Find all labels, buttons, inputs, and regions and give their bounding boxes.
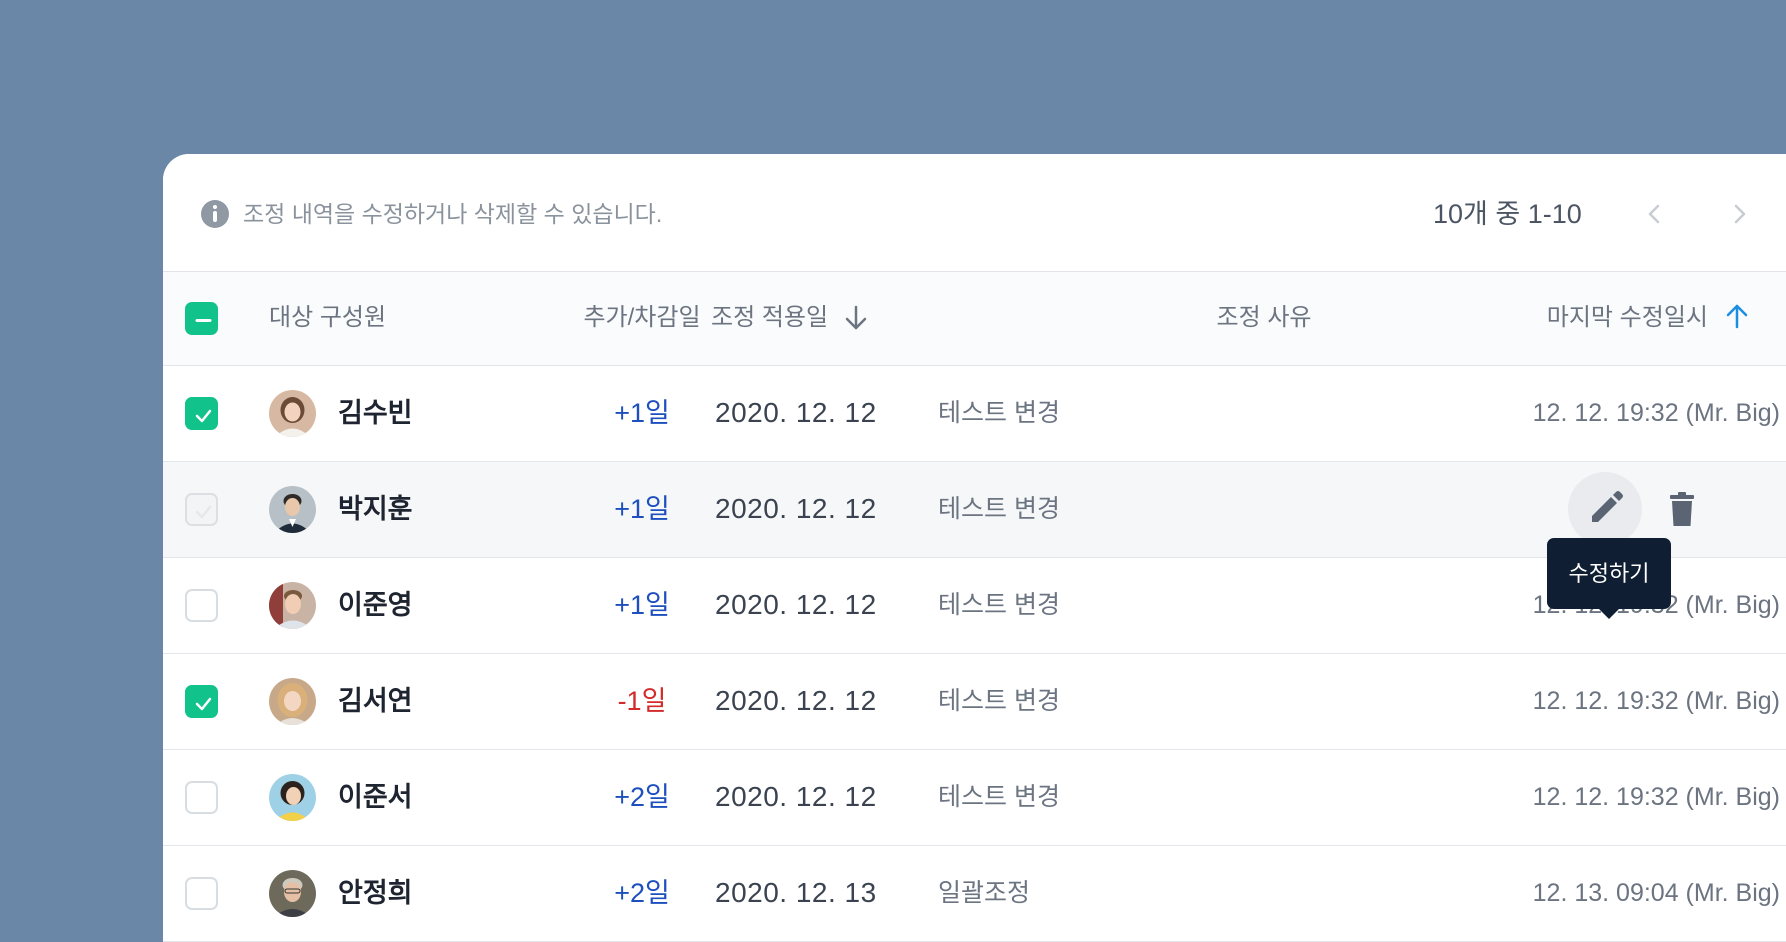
member-name: 안정희 xyxy=(338,878,413,908)
apply-date: 2020. 12. 12 xyxy=(715,397,877,428)
adjust-days: -1일 xyxy=(617,686,667,716)
adjust-reason: 테스트 변경 xyxy=(938,783,1060,811)
apply-date: 2020. 12. 12 xyxy=(715,493,877,524)
sort-asc-icon[interactable] xyxy=(1724,302,1750,335)
table-header: 대상 구성원 추가/차감일 조정 적용일 조정 사유 마지막 수정일시 xyxy=(163,272,1786,366)
last-modified: 12. 12. 19:32 (Mr. Big) xyxy=(1532,399,1780,427)
avatar xyxy=(269,582,316,629)
avatar xyxy=(269,870,316,917)
info-message: 조정 내역을 수정하거나 삭제할 수 있습니다. xyxy=(243,201,663,227)
pagination-range: 10개 중 1-10 xyxy=(1433,199,1582,229)
row-checkbox[interactable] xyxy=(185,781,218,814)
avatar xyxy=(269,774,316,821)
member-name: 김수빈 xyxy=(338,398,413,428)
row-checkbox[interactable] xyxy=(185,493,218,526)
minus-icon xyxy=(195,319,212,322)
check-icon xyxy=(195,505,212,519)
adjust-days: +2일 xyxy=(614,782,670,812)
table-row[interactable]: 김서연 -1일 2020. 12. 12 테스트 변경 12. 12. 19:3… xyxy=(163,654,1786,750)
apply-date: 2020. 12. 12 xyxy=(715,589,877,620)
apply-date: 2020. 12. 13 xyxy=(715,877,877,908)
check-icon xyxy=(195,409,212,423)
adjust-reason: 테스트 변경 xyxy=(938,495,1060,523)
avatar xyxy=(269,390,316,437)
avatar xyxy=(269,486,316,533)
delete-button[interactable] xyxy=(1661,488,1703,530)
header-member[interactable]: 대상 구성원 xyxy=(269,302,386,334)
header-modified[interactable]: 마지막 수정일시 xyxy=(1547,302,1708,334)
pagination-prev-button[interactable] xyxy=(1641,200,1669,228)
pencil-icon xyxy=(1592,491,1623,522)
row-checkbox[interactable] xyxy=(185,397,218,430)
adjust-days: +1일 xyxy=(614,590,670,620)
adjust-reason: 일괄조정 xyxy=(938,879,1031,907)
last-modified: 12. 13. 09:04 (Mr. Big) xyxy=(1532,879,1780,907)
info-icon xyxy=(201,200,229,228)
chevron-right-icon xyxy=(1734,204,1746,224)
apply-date: 2020. 12. 12 xyxy=(715,685,877,716)
sort-desc-icon[interactable] xyxy=(843,304,869,337)
member-name: 이준영 xyxy=(338,590,413,620)
row-checkbox[interactable] xyxy=(185,877,218,910)
row-checkbox[interactable] xyxy=(185,685,218,718)
table-toolbar: 조정 내역을 수정하거나 삭제할 수 있습니다. 10개 중 1-10 xyxy=(163,154,1786,272)
last-modified: 12. 12. 19:32 (Mr. Big) xyxy=(1532,783,1780,811)
edit-tooltip: 수정하기 xyxy=(1547,538,1671,619)
adjust-reason: 테스트 변경 xyxy=(938,591,1060,619)
header-date[interactable]: 조정 적용일 xyxy=(711,302,828,334)
table-row[interactable]: 이준서 +2일 2020. 12. 12 테스트 변경 12. 12. 19:3… xyxy=(163,750,1786,846)
adjustment-history-panel: 조정 내역을 수정하거나 삭제할 수 있습니다. 10개 중 1-10 대상 구… xyxy=(163,154,1786,942)
table-row[interactable]: 김수빈 +1일 2020. 12. 12 테스트 변경 12. 12. 19:3… xyxy=(163,366,1786,462)
adjust-reason: 테스트 변경 xyxy=(938,399,1060,427)
member-name: 이준서 xyxy=(338,782,413,812)
edit-button[interactable] xyxy=(1568,472,1642,546)
chevron-left-icon xyxy=(1648,204,1660,224)
member-name: 박지훈 xyxy=(338,494,413,524)
row-checkbox[interactable] xyxy=(185,589,218,622)
check-icon xyxy=(195,697,212,711)
table-row[interactable]: 박지훈 +1일 2020. 12. 12 테스트 변경 xyxy=(163,462,1786,558)
member-name: 김서연 xyxy=(338,686,413,716)
select-all-checkbox[interactable] xyxy=(185,302,218,335)
trash-icon xyxy=(1670,492,1694,526)
pagination-next-button[interactable] xyxy=(1725,200,1753,228)
adjust-reason: 테스트 변경 xyxy=(938,687,1060,715)
header-reason: 조정 사유 xyxy=(1216,304,1312,331)
apply-date: 2020. 12. 12 xyxy=(715,781,877,812)
table-row[interactable]: 안정희 +2일 2020. 12. 13 일괄조정 12. 13. 09:04 … xyxy=(163,846,1786,942)
adjust-days: +2일 xyxy=(614,878,670,908)
adjust-days: +1일 xyxy=(614,494,670,524)
adjust-days: +1일 xyxy=(614,398,670,428)
last-modified: 12. 12. 19:32 (Mr. Big) xyxy=(1532,687,1780,715)
avatar xyxy=(269,678,316,725)
table-row[interactable]: 이준영 +1일 2020. 12. 12 테스트 변경 12. 12. 19:3… xyxy=(163,558,1786,654)
